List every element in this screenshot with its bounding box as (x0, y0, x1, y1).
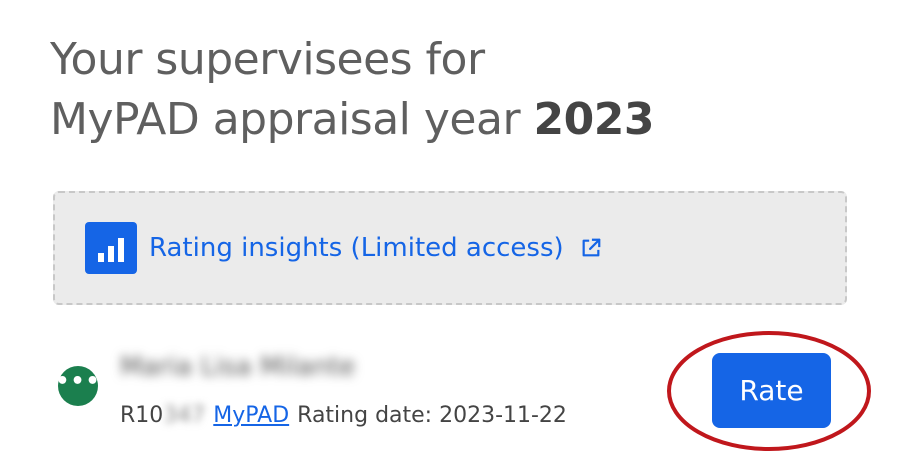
page-title-line2: MyPAD appraisal year (50, 94, 534, 145)
rating-insights-link[interactable]: Rating insights (Limited access) (85, 222, 602, 274)
reference-prefix: R10 (120, 403, 164, 428)
rating-insights-panel: Rating insights (Limited access) (53, 191, 847, 305)
more-options-button[interactable]: ••• (55, 366, 101, 406)
rating-date: Rating date: 2023-11-22 (297, 403, 567, 428)
page-title: Your supervisees for MyPAD appraisal yea… (50, 30, 655, 150)
bar-chart-icon (85, 222, 137, 274)
supervisee-name: Maria Lisa Milante (120, 352, 356, 382)
rating-insights-label: Rating insights (Limited access) (149, 233, 564, 263)
supervisee-meta: R10 347 MyPAD Rating date: 2023-11-22 (120, 403, 567, 428)
page-title-line1: Your supervisees for (50, 34, 485, 85)
more-dots-icon: ••• (55, 369, 101, 394)
mypad-link[interactable]: MyPAD (213, 403, 289, 428)
rate-button[interactable]: Rate (712, 353, 831, 428)
appraisal-year: 2023 (533, 94, 655, 145)
external-link-icon (582, 238, 601, 257)
reference-hidden: 347 (163, 403, 206, 428)
